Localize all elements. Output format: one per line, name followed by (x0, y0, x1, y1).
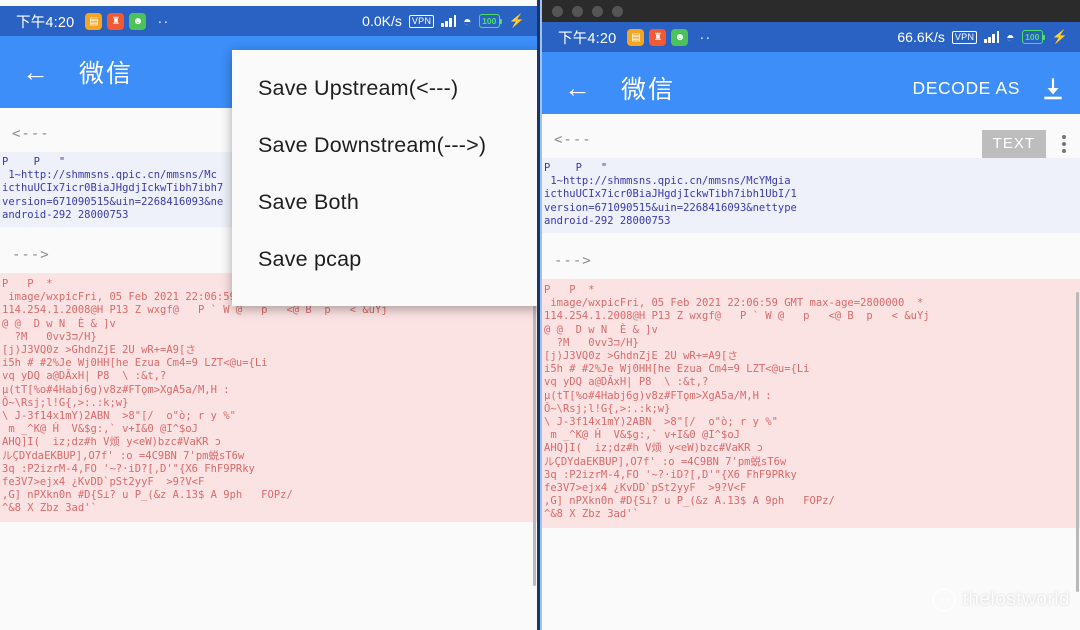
battery-icon: 100 (479, 14, 500, 28)
status-app-icons: ▤ ♜ ☻ (627, 29, 688, 46)
menu-item-save-pcap[interactable]: Save pcap (232, 231, 540, 288)
decode-format-chip[interactable]: TEXT (982, 130, 1046, 158)
save-overflow-menu: Save Upstream(<---) Save Downstream(--->… (232, 50, 540, 306)
status-right-group: 0.0K/s VPN ◓ 100 ⚡ (362, 13, 525, 29)
watermark: thelostworld (932, 588, 1070, 612)
wechat-logo-icon (932, 588, 956, 612)
kebab-menu-icon[interactable] (1058, 133, 1070, 155)
status-time: 下午4:20 (16, 11, 74, 32)
notification-icon-orange: ▤ (627, 29, 644, 46)
wifi-icon: ◓ (463, 14, 471, 28)
downstream-direction-marker: ---> (542, 233, 1080, 279)
menu-item-save-both[interactable]: Save Both (232, 174, 540, 231)
wifi-icon: ◓ (1006, 30, 1014, 44)
window-title-bar (542, 0, 1080, 22)
downstream-hexdump[interactable]: P   P  * image/wxpicFri,… (0, 273, 537, 522)
back-arrow-icon[interactable]: ← (22, 59, 49, 86)
status-right-group: 66.6K/s VPN ◓ 100 ⚡ (897, 29, 1068, 45)
vpn-icon: VPN (952, 31, 977, 44)
network-speed: 0.0K/s (362, 13, 402, 29)
window-dot-1[interactable] (552, 6, 563, 17)
status-app-icons: ▤ ♜ ☻ (85, 13, 146, 30)
window-dot-2[interactable] (572, 6, 583, 17)
network-speed: 66.6K/s (897, 29, 944, 45)
battery-icon: 100 (1022, 30, 1043, 44)
window-dot-4[interactable] (612, 6, 623, 17)
notification-icon-green: ☻ (129, 13, 146, 30)
notification-icon-orange: ▤ (85, 13, 102, 30)
right-status-bar: 下午4:20 ▤ ♜ ☻ ·· 66.6K/s VPN ◓ 100 ⚡ (542, 22, 1080, 52)
status-more-icon: ·· (157, 13, 169, 30)
left-status-bar: 下午4:20 ▤ ♜ ☻ ·· 0.0K/s VPN ◓ 100 ⚡ (0, 6, 537, 36)
bolt-icon: ⚡ (1052, 29, 1068, 45)
back-arrow-icon[interactable]: ← (564, 75, 591, 102)
right-screenshot: 下午4:20 ▤ ♜ ☻ ·· 66.6K/s VPN ◓ 100 ⚡ ← 微信… (540, 0, 1080, 630)
decode-as-button[interactable]: DECODE AS (912, 78, 1020, 99)
watermark-text: thelostworld (963, 589, 1070, 611)
window-dot-3[interactable] (592, 6, 603, 17)
dual-screenshot-container: 下午4:20 ▤ ♜ ☻ ·· 0.0K/s VPN ◓ 100 ⚡ ← 微信 … (0, 0, 1080, 630)
content-scrollbar[interactable] (533, 286, 536, 586)
status-time: 下午4:20 (558, 27, 616, 48)
menu-item-save-downstream[interactable]: Save Downstream(--->) (232, 117, 540, 174)
status-more-icon: ·· (699, 29, 711, 46)
page-title: 微信 (621, 70, 675, 106)
decode-chip-row: TEXT (982, 130, 1070, 158)
download-icon[interactable] (1040, 75, 1066, 101)
left-screenshot: 下午4:20 ▤ ♜ ☻ ·· 0.0K/s VPN ◓ 100 ⚡ ← 微信 … (0, 0, 540, 630)
content-scrollbar[interactable] (1076, 292, 1079, 592)
right-content: <--- TEXT P   P  " 1~http:… (542, 114, 1080, 630)
notification-icon-red: ♜ (107, 13, 124, 30)
bolt-icon: ⚡ (509, 13, 525, 29)
signal-icon (441, 15, 456, 27)
notification-icon-green: ☻ (671, 29, 688, 46)
vpn-icon: VPN (409, 15, 434, 28)
notification-icon-red: ♜ (649, 29, 666, 46)
app-bar-actions: DECODE AS (912, 75, 1066, 101)
signal-icon (984, 31, 999, 43)
page-title: 微信 (79, 54, 133, 90)
upstream-hexdump[interactable]: P   P  " 1~http://shmmsns.… (542, 158, 1080, 233)
downstream-hexdump[interactable]: P   P  * image/wxpicFri,… (542, 279, 1080, 528)
menu-item-save-upstream[interactable]: Save Upstream(<---) (232, 60, 540, 117)
